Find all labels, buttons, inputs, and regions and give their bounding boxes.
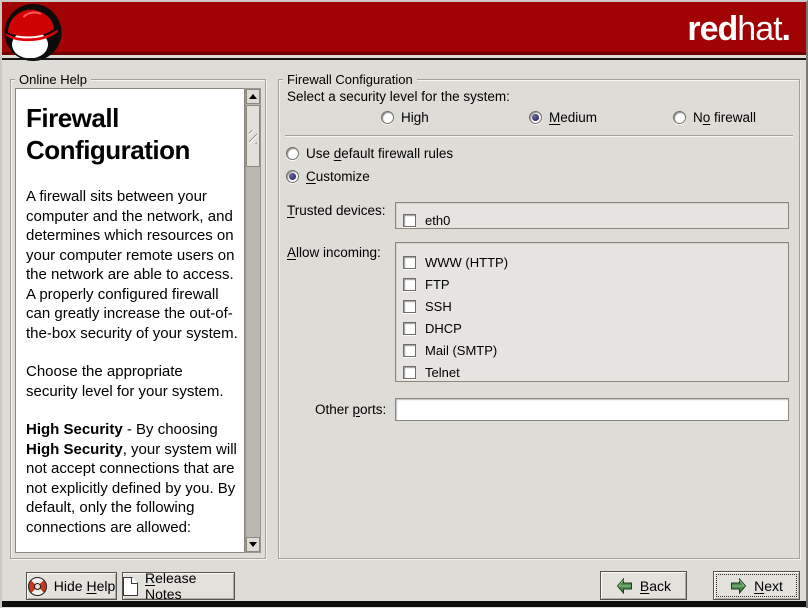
checkbox-icon[interactable] [403, 322, 416, 335]
checkbox-icon[interactable] [403, 344, 416, 357]
allow-incoming-label: Allow incoming: [287, 245, 381, 260]
other-ports-label: Other ports: [315, 402, 386, 417]
radio-customize[interactable]: Customize [286, 169, 370, 184]
online-help-frame-label: Online Help [15, 72, 91, 87]
scroll-thumb[interactable] [246, 105, 260, 167]
checklist-item-dhcp[interactable]: DHCP [403, 317, 781, 339]
hide-help-button[interactable]: Hide Help [26, 572, 117, 600]
radio-icon [529, 111, 542, 124]
installer-window: redhat. Online Help Firewall Configurati… [0, 0, 808, 608]
help-paragraph-2: Choose the appropriate security level fo… [26, 362, 238, 401]
arrow-left-icon [616, 578, 633, 594]
release-notes-button[interactable]: Release Notes [122, 572, 235, 600]
checklist-item-telnet[interactable]: Telnet [403, 361, 781, 383]
trusted-devices-list[interactable]: eth0 [395, 202, 789, 229]
help-heading: Firewall Configuration [26, 102, 238, 166]
help-scroll-area[interactable]: Firewall Configuration A firewall sits b… [15, 88, 245, 553]
radio-no-firewall[interactable]: No firewall [673, 110, 756, 125]
radio-high[interactable]: High [381, 110, 429, 125]
firewall-configuration-frame: Firewall Configuration Select a security… [278, 79, 800, 559]
checklist-item-mail[interactable]: Mail (SMTP) [403, 339, 781, 361]
arrow-right-icon [730, 578, 747, 594]
radio-icon [286, 170, 299, 183]
security-level-prompt: Select a security level for the system: [287, 89, 510, 104]
scroll-up-button[interactable] [246, 89, 260, 104]
redhat-shadowman-logo [4, 2, 64, 63]
other-ports-input[interactable] [395, 398, 789, 421]
separator [285, 135, 793, 137]
allow-incoming-list[interactable]: WWW (HTTP) FTP SSH DHCP Mail (SMTP) Teln… [395, 242, 789, 382]
radio-icon [286, 147, 299, 160]
checklist-item-eth0[interactable]: eth0 [403, 209, 781, 231]
checklist-item-ssh[interactable]: SSH [403, 295, 781, 317]
redhat-wordmark: redhat. [687, 10, 790, 49]
next-button[interactable]: Next [713, 571, 800, 600]
scroll-down-button[interactable] [246, 537, 260, 552]
checkbox-icon[interactable] [403, 366, 416, 379]
trusted-devices-label: Trusted devices: [287, 203, 386, 218]
firewall-frame-label: Firewall Configuration [283, 72, 417, 87]
banner-divider [2, 58, 806, 60]
checklist-item-www[interactable]: WWW (HTTP) [403, 251, 781, 273]
top-banner: redhat. [2, 2, 806, 55]
help-paragraph-3: High Security - By choosing High Securit… [26, 420, 238, 537]
radio-medium[interactable]: Medium [529, 110, 597, 125]
radio-icon [381, 111, 394, 124]
radio-use-default-rules[interactable]: Use default firewall rules [286, 146, 453, 161]
down-arrow-icon [249, 542, 257, 547]
document-icon [123, 577, 138, 596]
online-help-frame: Online Help Firewall Configuration A fir… [10, 79, 266, 559]
checkbox-icon[interactable] [403, 214, 416, 227]
checkbox-icon[interactable] [403, 256, 416, 269]
back-button[interactable]: Back [600, 571, 687, 600]
help-paragraph-1: A firewall sits between your computer an… [26, 187, 238, 343]
checkbox-icon[interactable] [403, 278, 416, 291]
checklist-item-ftp[interactable]: FTP [403, 273, 781, 295]
lifesaver-icon [28, 577, 47, 596]
help-scrollbar[interactable] [245, 88, 261, 553]
radio-icon [673, 111, 686, 124]
up-arrow-icon [249, 94, 257, 99]
window-bottom-border [2, 601, 806, 607]
checkbox-icon[interactable] [403, 300, 416, 313]
